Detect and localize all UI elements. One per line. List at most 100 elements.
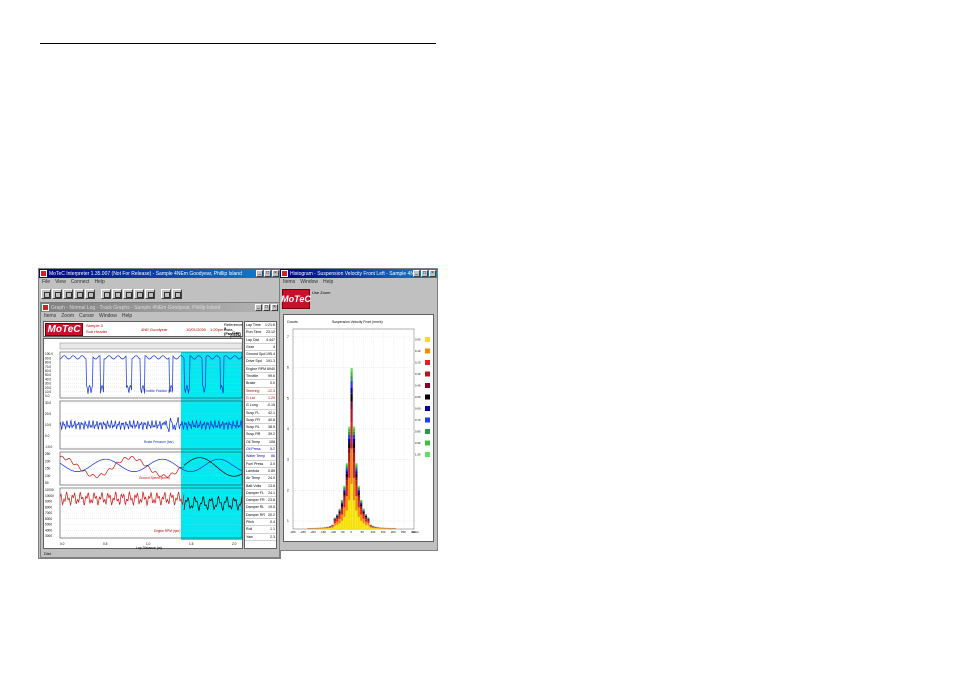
hist-close-icon[interactable]: ×: [429, 270, 436, 277]
channel-value: 23.8: [268, 498, 275, 503]
channel-row[interactable]: Damper RR 20.2: [245, 512, 276, 520]
open-icon[interactable]: [41, 289, 51, 299]
graph-menu-items[interactable]: Items: [44, 313, 56, 319]
trace-label: Engine RPM (rpm): [154, 529, 180, 533]
channel-row[interactable]: Roll 1.1: [245, 526, 276, 534]
hist-x-tick: -50: [340, 530, 344, 534]
hist-bar-segment: [362, 511, 365, 513]
channel-name: Ground Spd: [246, 352, 266, 357]
hist-bar-segment: [352, 443, 356, 449]
channel-name: G Long: [246, 403, 258, 408]
channel-icon[interactable]: [134, 289, 144, 299]
menu-view[interactable]: View: [55, 279, 66, 285]
channel-row[interactable]: Lap Time 1:21.6: [245, 322, 276, 330]
hist-bar-segment: [350, 422, 353, 449]
graph-menu-zoom[interactable]: Zoom: [61, 313, 74, 319]
channel-row[interactable]: Oil Temp 108: [245, 439, 276, 447]
channel-row[interactable]: Lambda 0.89: [245, 468, 276, 476]
channel-row[interactable]: Susp RR 39.2: [245, 431, 276, 439]
copy-icon[interactable]: [74, 289, 84, 299]
close-icon[interactable]: ×: [272, 270, 279, 277]
hist-bar-segment: [340, 504, 344, 507]
channel-name: Roll: [246, 527, 253, 532]
channel-row[interactable]: Susp FR 40.8: [245, 417, 276, 425]
settings-icon[interactable]: [101, 289, 111, 299]
hist-bar-segment: [348, 428, 351, 432]
channel-value: 0.4: [270, 520, 275, 525]
channel-value: 1:21.6: [265, 323, 275, 327]
hist-menu-items[interactable]: Items: [283, 279, 295, 285]
graph-icon[interactable]: [85, 289, 95, 299]
hist-left-caption: Counts: [287, 320, 298, 324]
channel-row[interactable]: Fuel Press 3.0: [245, 461, 276, 468]
channel-row[interactable]: G Lat 1.20: [245, 395, 276, 403]
channel-name: Drive Spd: [246, 359, 262, 364]
histogram-plot-area[interactable]: Counts Suspension Velocity Front (mm/s) 7 6…: [283, 314, 434, 542]
graph-menu-cursor[interactable]: Cursor: [79, 313, 94, 319]
channel-row[interactable]: Damper FR 23.8: [245, 497, 276, 505]
table-icon[interactable]: [145, 289, 155, 299]
graph-menu-window[interactable]: Window: [99, 313, 117, 319]
histogram-menubar: Items Window Help: [280, 278, 437, 286]
channel-row[interactable]: Ground Spd 195.4: [245, 351, 276, 359]
main-titlebar[interactable]: MoTeC Interpreter 1.35.007 (Not For Rele…: [39, 269, 280, 278]
graph-minimize-icon[interactable]: _: [255, 304, 262, 311]
trace-label: Brake Pressure (bar): [144, 440, 174, 444]
hist-bar-segment: [369, 527, 372, 529]
channel-row[interactable]: Batt Volts 13.8: [245, 483, 276, 490]
hist-bar-segment: [350, 401, 353, 410]
hist-maximize-icon[interactable]: □: [421, 270, 428, 277]
channel-row[interactable]: Pitch 0.4: [245, 519, 276, 527]
minimize-icon[interactable]: _: [256, 270, 263, 277]
channel-row[interactable]: Damper RL 19.5: [245, 504, 276, 512]
channel-row[interactable]: Susp FL 42.1: [245, 410, 276, 417]
graph-plot-area[interactable]: 100.0 90.0 80.0 70.0 60.0 50.0 40.0 30.0 20.0 10.…: [43, 338, 243, 550]
channel-row[interactable]: Brake 0.0: [245, 380, 276, 388]
hist-bar-segment: [362, 509, 365, 510]
hist-bar-segment: [357, 491, 360, 493]
channel-row[interactable]: Air Temp 24.0: [245, 475, 276, 483]
graph-menu-help[interactable]: Help: [122, 313, 132, 319]
zoom-icon[interactable]: [112, 289, 122, 299]
hist-bar-segment: [367, 519, 370, 520]
channel-value: -0.15: [266, 403, 275, 408]
channel-value: 86: [271, 454, 275, 459]
print-icon[interactable]: [63, 289, 73, 299]
channel-row[interactable]: Run Time 23:12: [245, 329, 276, 337]
hist-bar-segment: [348, 431, 351, 435]
hist-y-tick: 5: [287, 396, 289, 400]
maximize-icon[interactable]: □: [264, 270, 271, 277]
graph-close-icon[interactable]: ×: [271, 304, 278, 311]
save-icon[interactable]: [52, 289, 62, 299]
menu-file[interactable]: File: [42, 279, 50, 285]
channel-row[interactable]: Oil Press 5.2: [245, 446, 276, 454]
channel-row[interactable]: Gear 4: [245, 344, 276, 352]
menu-connect[interactable]: Connect: [71, 279, 90, 285]
hist-minimize-icon[interactable]: _: [413, 270, 420, 277]
channel-row[interactable]: Lap Dist 4.447: [245, 337, 276, 344]
channel-row[interactable]: Drive Spd 191.3: [245, 358, 276, 366]
channel-row[interactable]: Engine RPM 8940: [245, 366, 276, 374]
hist-bar-segment: [338, 518, 341, 524]
info-icon[interactable]: [172, 289, 182, 299]
channel-row[interactable]: Yaw 2.3: [245, 534, 276, 541]
graph-titlebar[interactable]: Graph - Normal Log - Track Graphs - Samp…: [41, 303, 279, 312]
channel-row[interactable]: Damper FL 24.1: [245, 490, 276, 498]
y-tick-label: 4000: [45, 528, 52, 532]
export-icon[interactable]: [161, 289, 171, 299]
channel-row[interactable]: Water Temp 86: [245, 453, 276, 461]
menu-help[interactable]: Help: [94, 279, 104, 285]
graph-maximize-icon[interactable]: □: [263, 304, 270, 311]
histogram-titlebar[interactable]: Histogram - Suspension Velocity Front Le…: [280, 269, 437, 278]
hist-legend-swatch: [425, 383, 430, 388]
hist-menu-help[interactable]: Help: [323, 279, 333, 285]
trace-label: Throttle Position (%): [144, 389, 173, 393]
channel-row[interactable]: Steering -12.3: [245, 388, 276, 395]
channel-row[interactable]: Susp RL 38.5: [245, 424, 276, 432]
hist-menu-window[interactable]: Window: [300, 279, 318, 285]
channel-row[interactable]: G Long -0.15: [245, 402, 276, 410]
x-axis-label: Lap Distance (m): [136, 546, 162, 550]
channel-row[interactable]: Throttle 99.6: [245, 373, 276, 381]
hist-y-tick: 2: [287, 488, 289, 492]
track-icon[interactable]: [123, 289, 133, 299]
